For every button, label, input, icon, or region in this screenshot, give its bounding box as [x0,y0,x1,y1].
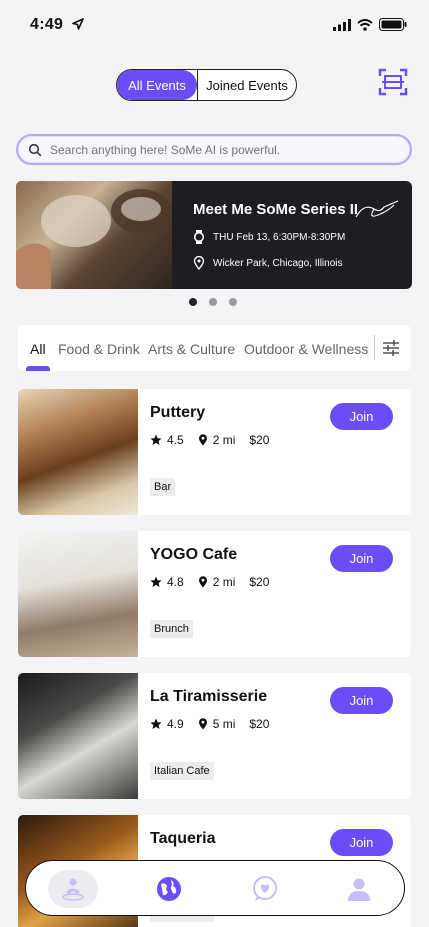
join-button[interactable]: Join [330,403,393,430]
star-icon [150,434,162,445]
venue-photo [18,389,138,515]
category-tab-food-drink[interactable]: Food & Drink [58,341,140,357]
star-icon [150,576,162,587]
venue-rating: 4.8 [167,575,184,589]
globe-icon [157,877,181,901]
category-tab-all[interactable]: All [30,341,46,357]
nav-chat[interactable] [240,870,290,908]
location-arrow-icon [72,18,84,30]
venue-name: YOGO Cafe [150,546,238,563]
battery-icon [379,18,407,31]
search-input[interactable] [50,142,390,157]
venue-name: Puttery [150,404,206,421]
carousel-dot-3[interactable] [229,298,237,306]
location-pin-icon [198,718,207,730]
venue-card[interactable]: YOGO Cafe 4.8 2 mi $20 Brunch Join [18,531,411,657]
tab-divider [374,335,375,360]
join-button[interactable]: Join [330,829,393,856]
star-icon [150,718,162,729]
venue-distance: 2 mi [212,575,236,589]
venue-tag: Bar [150,478,176,496]
featured-event-banner[interactable]: Meet Me SoMe Series II THU Feb 13, 6:30P… [16,181,412,289]
venue-rating: 4.5 [167,433,184,447]
tab-all-events[interactable]: All Events [117,70,197,100]
venue-card[interactable]: La Tiramisserie 4.9 5 mi $20 Italian Caf… [18,673,411,799]
category-tab-arts-culture[interactable]: Arts & Culture [148,341,235,357]
venue-name: La Tiramisserie [150,688,268,705]
venue-price: $20 [249,433,270,447]
venue-distance: 2 mi [212,433,236,447]
banner-datetime-row: THU Feb 13, 6:30PM-8:30PM [193,230,345,244]
filter-sliders-icon[interactable] [382,339,400,357]
nav-meditation[interactable] [48,870,98,908]
banner-datetime: THU Feb 13, 6:30PM-8:30PM [213,231,346,243]
carousel-dots [189,298,237,306]
scan-icon[interactable] [378,68,408,96]
search-icon [28,143,42,156]
heart-chat-icon [253,876,277,901]
events-segmented-control: All Events Joined Events [116,69,297,101]
tab-joined-events[interactable]: Joined Events [197,70,296,100]
venue-meta: 4.8 2 mi $20 [150,575,283,589]
watch-icon [193,230,205,244]
banner-title: Meet Me SoMe Series II [193,201,359,218]
bottom-nav-bar [25,860,405,916]
carousel-dot-1[interactable] [189,298,197,306]
banner-photo [16,181,172,289]
venue-tag: Italian Cafe [150,762,214,780]
nav-explore[interactable] [144,870,194,908]
location-pin-icon [198,576,207,588]
meditation-icon [62,878,84,901]
venue-price: $20 [249,717,270,731]
signal-icon [333,18,351,31]
venue-meta: 4.9 5 mi $20 [150,717,283,731]
active-tab-indicator [26,366,50,371]
join-button[interactable]: Join [330,545,393,572]
nav-profile[interactable] [334,870,384,908]
venue-photo [18,531,138,657]
venue-meta: 4.5 2 mi $20 [150,433,283,447]
location-pin-icon [198,434,207,446]
venue-name: Taqueria [150,830,216,847]
venue-photo [18,673,138,799]
wifi-icon [357,18,373,31]
venue-tag: Brunch [150,620,193,638]
banner-drinks-image [16,189,171,289]
banner-location-row: Wicker Park, Chicago, Illinois [193,256,342,270]
profile-icon [348,878,370,901]
status-time: 4:49 [30,16,64,33]
join-button[interactable]: Join [330,687,393,714]
venue-card[interactable]: Puttery 4.5 2 mi $20 Bar Join [18,389,411,515]
search-bar [16,134,412,165]
category-tab-outdoor-wellness[interactable]: Outdoor & Wellness [244,341,368,357]
venue-rating: 4.9 [167,717,184,731]
status-bar: 4:49 [0,0,429,50]
venue-distance: 5 mi [212,717,236,731]
carousel-dot-2[interactable] [209,298,217,306]
category-tabs: All Food & Drink Arts & Culture Outdoor … [18,325,411,371]
banner-location: Wicker Park, Chicago, Illinois [213,257,343,269]
signature-icon [355,200,399,218]
venue-price: $20 [249,575,270,589]
location-pin-icon [193,256,205,270]
